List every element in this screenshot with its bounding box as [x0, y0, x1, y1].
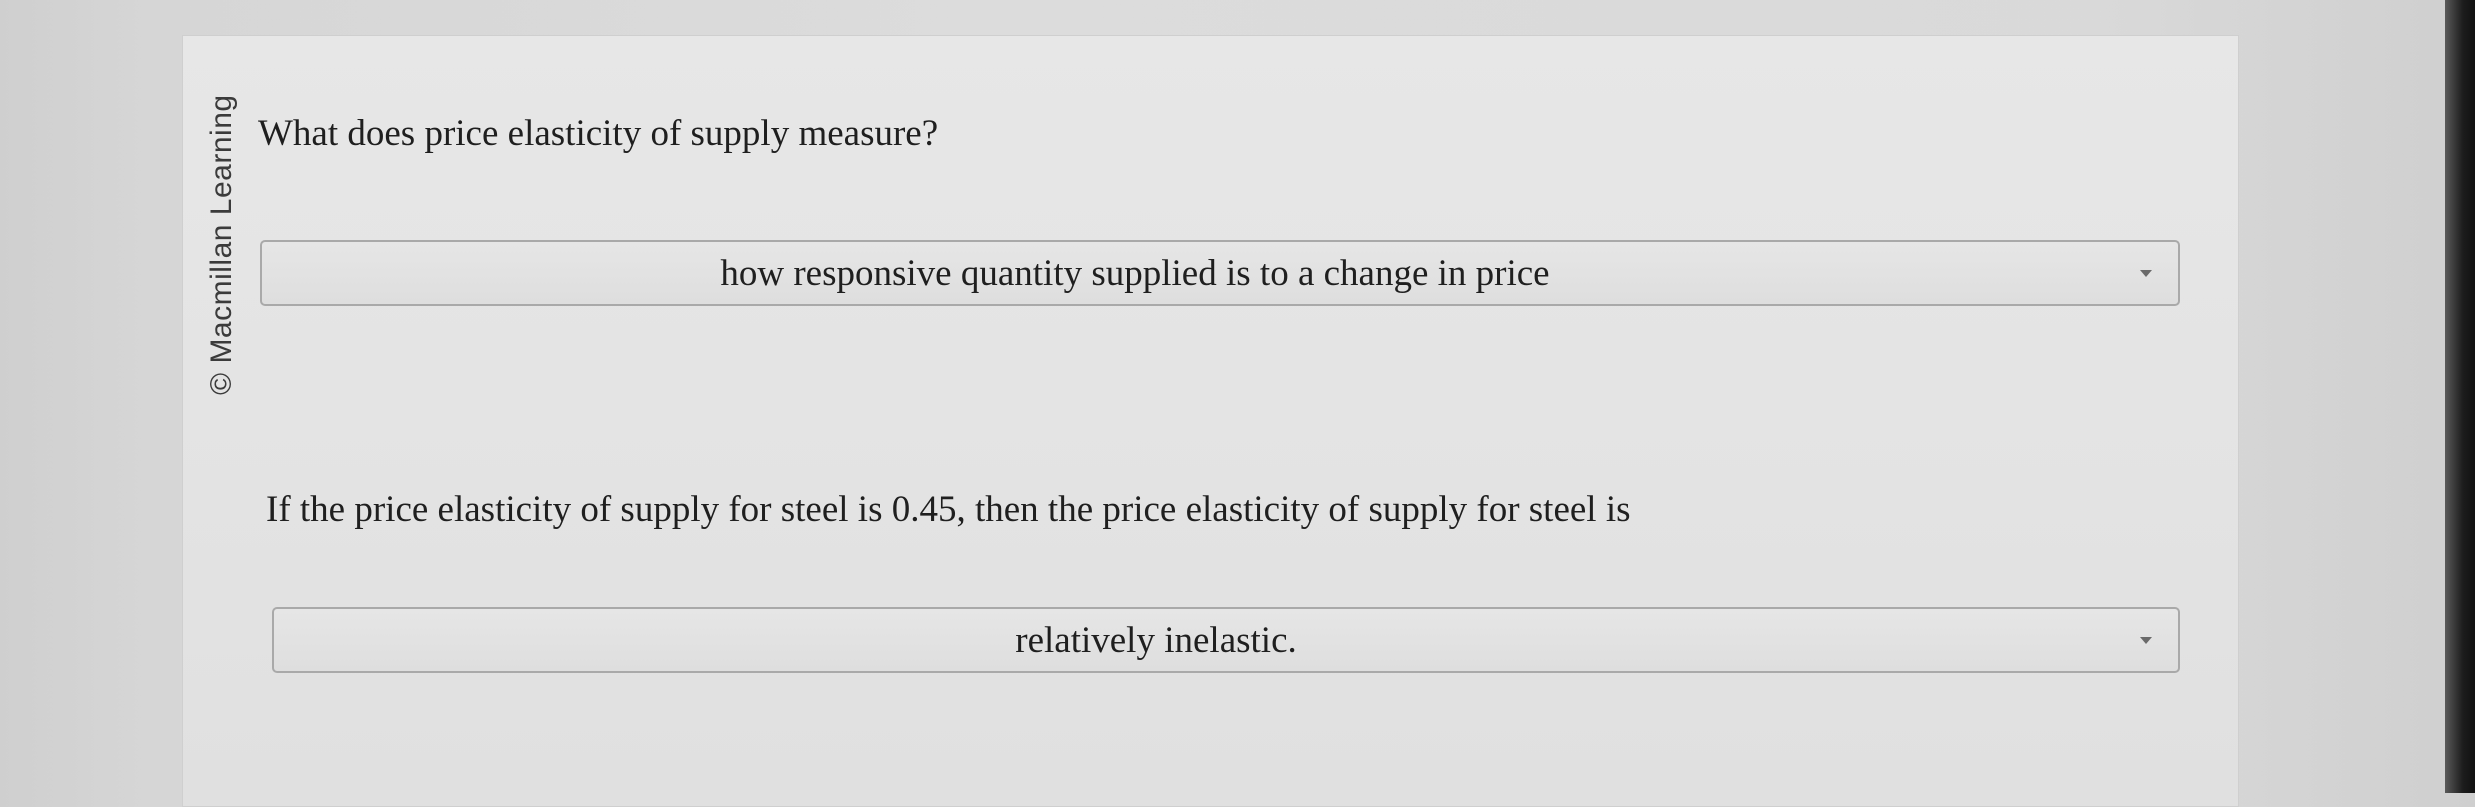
question-1-prompt: What does price elasticity of supply mea…	[258, 113, 939, 154]
chevron-down-icon	[2140, 270, 2152, 277]
question-2-prompt: If the price elasticity of supply for st…	[266, 489, 1631, 530]
copyright-label: © Macmillan Learning	[205, 94, 238, 395]
answer-2-dropdown[interactable]: relatively inelastic.	[272, 607, 2180, 673]
screen-edge	[2445, 0, 2475, 793]
answer-2-selected-value: relatively inelastic.	[1015, 619, 1297, 661]
chevron-down-icon	[2140, 637, 2152, 644]
answer-1-selected-value: how responsive quantity supplied is to a…	[720, 252, 1550, 294]
answer-1-dropdown[interactable]: how responsive quantity supplied is to a…	[260, 240, 2180, 306]
